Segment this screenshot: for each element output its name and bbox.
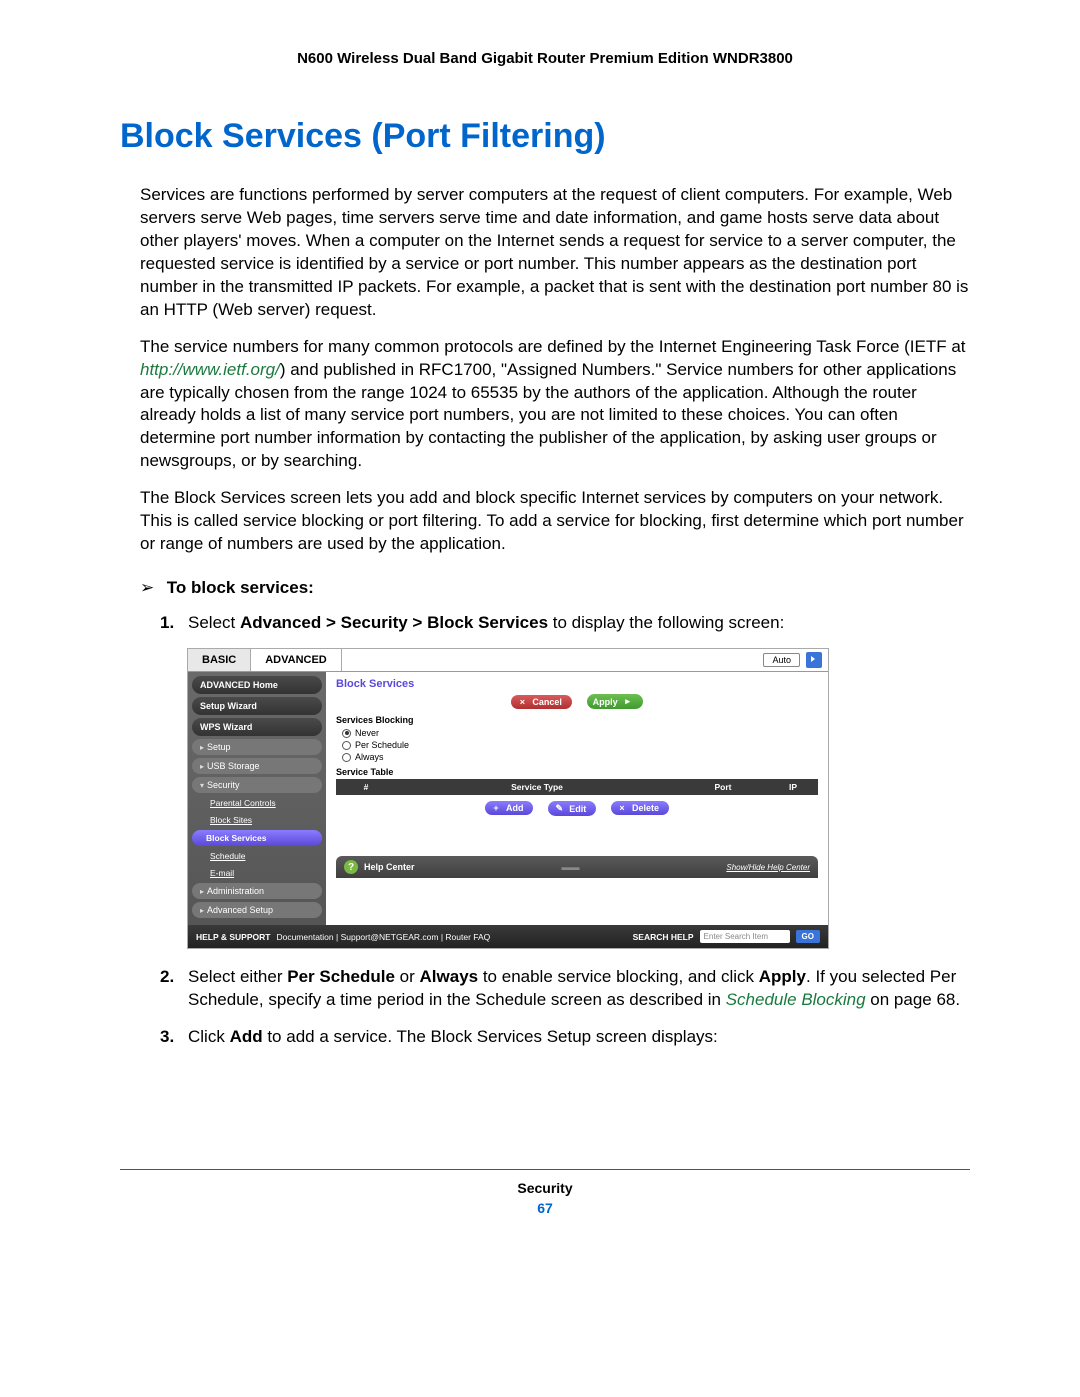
search-help-label: SEARCH HELP (633, 932, 694, 942)
x-icon: × (617, 803, 627, 813)
paragraph-2a: The service numbers for many common prot… (140, 337, 966, 356)
sidebar-item-usb-storage[interactable]: USB Storage (192, 758, 322, 774)
step-2-b2: Always (420, 967, 479, 986)
col-number: # (336, 779, 396, 795)
sidebar-item-email[interactable]: E-mail (192, 866, 322, 880)
cancel-label: Cancel (532, 697, 562, 707)
go-button[interactable]: GO (796, 930, 820, 943)
radio-never-label: Never (355, 728, 379, 738)
sidebar: ADVANCED Home Setup Wizard WPS Wizard Se… (188, 672, 326, 925)
sidebar-item-advanced-setup[interactable]: Advanced Setup (192, 902, 322, 918)
edit-label: Edit (569, 804, 586, 814)
cancel-button[interactable]: × Cancel (511, 695, 572, 709)
step-3a: Click (188, 1027, 230, 1046)
show-hide-help-link[interactable]: Show/Hide Help Center (726, 863, 810, 872)
col-service-type: Service Type (396, 779, 678, 795)
step-number: 1. (160, 612, 174, 635)
ietf-link[interactable]: http://www.ietf.org/ (140, 360, 280, 379)
procedure-heading: ➢ To block services: (140, 578, 970, 598)
tab-advanced[interactable]: ADVANCED (251, 649, 342, 671)
radio-always-label: Always (355, 752, 384, 762)
step-number: 2. (160, 966, 174, 989)
question-icon: ? (344, 860, 358, 874)
content-title: Block Services (336, 678, 818, 690)
sidebar-item-wps-wizard[interactable]: WPS Wizard (192, 718, 322, 736)
step-2-b3: Apply (759, 967, 806, 986)
step-1-path: Advanced > Security > Block Services (240, 613, 548, 632)
step-3: 3. Click Add to add a service. The Block… (160, 1026, 970, 1049)
x-icon: × (517, 697, 527, 707)
service-table-label: Service Table (336, 767, 818, 777)
radio-per-schedule-label: Per Schedule (355, 740, 409, 750)
refresh-play-icon[interactable] (806, 652, 822, 668)
add-label: Add (506, 803, 524, 813)
paragraph-3: The Block Services screen lets you add a… (140, 487, 970, 556)
page-footer: Security 67 (120, 1169, 970, 1216)
delete-label: Delete (632, 803, 659, 813)
step-2a: Select either (188, 967, 287, 986)
paragraph-1: Services are functions performed by serv… (140, 184, 970, 322)
ui-footer: HELP & SUPPORT Documentation | Support@N… (188, 925, 828, 948)
step-2-b1: Per Schedule (287, 967, 395, 986)
chevron-right-icon: ➢ (140, 578, 162, 598)
service-table: # Service Type Port IP (336, 779, 818, 795)
radio-always[interactable]: Always (336, 751, 818, 763)
radio-icon (342, 753, 351, 762)
col-port: Port (678, 779, 768, 795)
col-ip: IP (768, 779, 818, 795)
document-header: N600 Wireless Dual Band Gigabit Router P… (120, 50, 970, 67)
search-input[interactable]: Enter Search Item (700, 930, 790, 943)
sidebar-item-setup[interactable]: Setup (192, 739, 322, 755)
footer-links[interactable]: Documentation | Support@NETGEAR.com | Ro… (276, 932, 490, 942)
step-1b: to display the following screen: (548, 613, 784, 632)
step-1a: Select (188, 613, 240, 632)
paragraph-2: The service numbers for many common prot… (140, 336, 970, 474)
step-2e: on page 68. (866, 990, 961, 1009)
embedded-screenshot: BASIC ADVANCED Auto ADVANCED Home Setup … (188, 649, 970, 948)
radio-icon (342, 729, 351, 738)
procedure-heading-text: To block services: (167, 578, 314, 597)
edit-button[interactable]: ✎ Edit (548, 801, 596, 816)
schedule-blocking-xref[interactable]: Schedule Blocking (726, 990, 866, 1009)
help-support-label: HELP & SUPPORT (196, 932, 270, 942)
step-2c: to enable service blocking, and click (478, 967, 759, 986)
chevron-right-icon: ▸ (623, 696, 633, 707)
step-3-b1: Add (230, 1027, 263, 1046)
radio-never[interactable]: Never (336, 727, 818, 739)
help-center-bar[interactable]: ? Help Center ▬▬ Show/Hide Help Center (336, 856, 818, 878)
step-number: 3. (160, 1026, 174, 1049)
footer-section: Security (120, 1180, 970, 1196)
sidebar-item-security[interactable]: Security (192, 777, 322, 793)
section-title: Block Services (Port Filtering) (120, 117, 970, 156)
plus-icon: + (491, 803, 501, 813)
content-pane: Block Services × Cancel Apply ▸ Services B… (326, 672, 828, 925)
sidebar-item-schedule[interactable]: Schedule (192, 849, 322, 863)
sidebar-item-block-services[interactable]: Block Services (192, 830, 322, 846)
radio-icon (342, 741, 351, 750)
delete-button[interactable]: × Delete (611, 801, 669, 815)
sidebar-item-parental-controls[interactable]: Parental Controls (192, 796, 322, 810)
table-header: # Service Type Port IP (336, 779, 818, 795)
step-1: 1. Select Advanced > Security > Block Se… (160, 612, 970, 635)
auto-refresh-label[interactable]: Auto (763, 653, 800, 667)
help-center-label: Help Center (364, 862, 415, 872)
apply-button[interactable]: Apply ▸ (587, 694, 643, 709)
sidebar-item-block-sites[interactable]: Block Sites (192, 813, 322, 827)
apply-label: Apply (593, 697, 618, 707)
pencil-icon: ✎ (554, 803, 564, 814)
step-2: 2. Select either Per Schedule or Always … (160, 966, 970, 1012)
step-3b: to add a service. The Block Services Set… (263, 1027, 718, 1046)
services-blocking-label: Services Blocking (336, 715, 818, 725)
drag-handle-icon: ▬▬ (415, 862, 727, 872)
radio-per-schedule[interactable]: Per Schedule (336, 739, 818, 751)
step-2-mid: or (395, 967, 420, 986)
tab-bar: BASIC ADVANCED Auto (188, 649, 828, 672)
add-button[interactable]: + Add (485, 801, 534, 815)
sidebar-item-administration[interactable]: Administration (192, 883, 322, 899)
footer-page-number: 67 (120, 1200, 970, 1216)
sidebar-item-advanced-home[interactable]: ADVANCED Home (192, 676, 322, 694)
tab-basic[interactable]: BASIC (188, 649, 251, 671)
sidebar-item-setup-wizard[interactable]: Setup Wizard (192, 697, 322, 715)
